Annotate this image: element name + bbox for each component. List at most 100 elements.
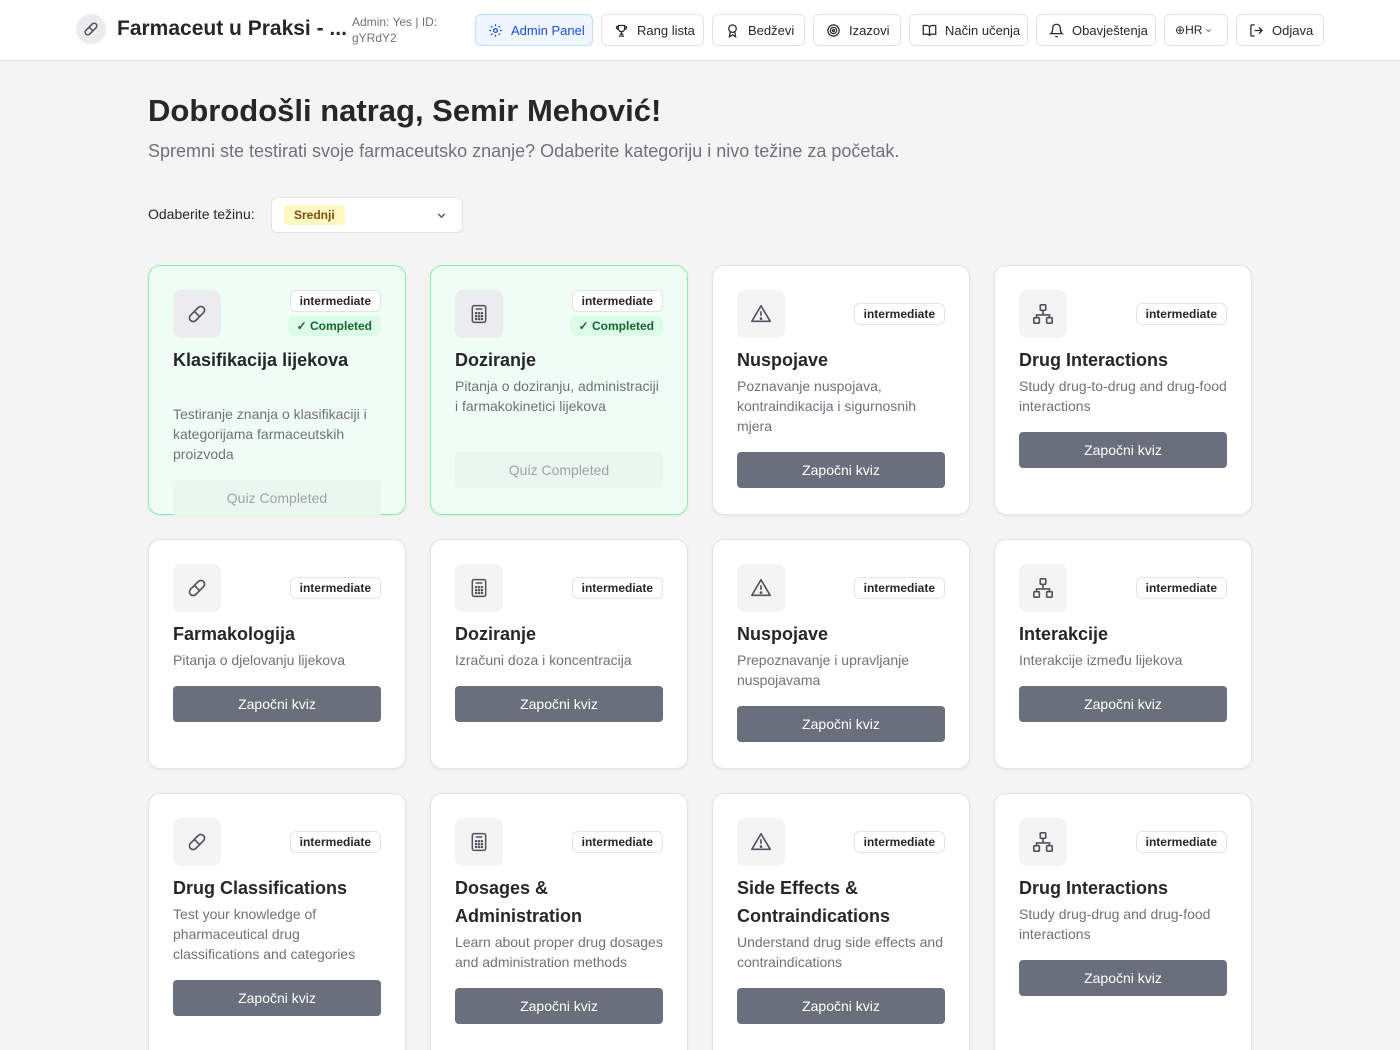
quiz-card: intermediate Doziranje Izračuni doza i kon… — [430, 539, 688, 769]
pill-icon — [76, 14, 106, 44]
quiz-card: intermediate Side Effects & Contraindicat… — [712, 793, 970, 1050]
quiz-card: intermediate Nuspojave Poznavanje nuspojav… — [712, 265, 970, 515]
quiz-card: intermediate Nuspojave Prepoznavanje i upr… — [712, 539, 970, 769]
level-badge: intermediate — [289, 577, 381, 599]
page-title: Dobrodošli natrag, Semir Mehović! — [148, 93, 662, 128]
level-badge: intermediate — [853, 303, 945, 325]
difficulty-value: Srednji — [284, 205, 345, 225]
admin-info: Admin: Yes | ID: gYRdY2 — [352, 14, 462, 46]
difficulty-label: Odaberite težinu: — [148, 206, 255, 222]
quiz-card: intermediate Dosages & Administration Lear… — [430, 793, 688, 1050]
admin-panel-button[interactable]: Admin Panel — [475, 14, 593, 46]
trophy-icon — [615, 24, 628, 37]
admin-info-id: gYRdY2 — [352, 31, 397, 45]
quiz-completed-button: Quiz Completed — [173, 480, 381, 516]
start-quiz-button[interactable]: Započni kviz — [455, 988, 663, 1024]
warning-icon — [737, 290, 785, 338]
language-value: HR — [1185, 23, 1203, 37]
card-description: Pitanja o doziranju, administraciji i fa… — [455, 378, 659, 414]
pill-icon — [173, 290, 221, 338]
quiz-card: intermediate Interakcije Interakcije izmeđ… — [994, 539, 1252, 769]
level-badge: intermediate — [853, 577, 945, 599]
card-title: Dosages & Administration — [455, 878, 583, 926]
level-badge: intermediate — [289, 290, 381, 312]
warning-icon — [737, 818, 785, 866]
card-title: Drug Interactions — [1019, 350, 1169, 370]
pill-icon — [173, 564, 221, 612]
calculator-icon — [455, 290, 503, 338]
card-description: Test your knowledge of pharmaceutical dr… — [173, 906, 356, 962]
quiz-card: intermediate Farmakologija Pitanja o djelo… — [148, 539, 406, 769]
start-quiz-button[interactable]: Započni kviz — [737, 706, 945, 742]
logout-button[interactable]: Odjava — [1236, 14, 1324, 46]
bell-icon — [1049, 23, 1064, 37]
start-quiz-button[interactable]: Započni kviz — [737, 452, 945, 488]
level-badge: intermediate — [571, 290, 663, 312]
start-quiz-button[interactable]: Započni kviz — [173, 980, 381, 1016]
difficulty-select[interactable]: Srednji — [271, 197, 463, 233]
level-badge: intermediate — [1135, 831, 1227, 853]
badges-button[interactable]: Bedževi — [712, 14, 805, 46]
start-quiz-button[interactable]: Započni kviz — [737, 988, 945, 1024]
card-title: Doziranje — [455, 350, 537, 370]
card-description: Interakcije između lijekova — [1019, 652, 1183, 668]
start-quiz-button[interactable]: Započni kviz — [1019, 686, 1227, 722]
admin-panel-label: Admin Panel — [511, 22, 585, 38]
quiz-card: intermediate Drug Interactions Study drug-… — [994, 793, 1252, 1050]
calculator-icon — [455, 818, 503, 866]
card-title: Drug Classifications — [173, 878, 348, 898]
start-quiz-button[interactable]: Započni kviz — [1019, 432, 1227, 468]
admin-info-line1: Admin: Yes | ID: — [352, 15, 438, 29]
page-subtitle: Spremni ste testirati svoje farmaceutsko… — [148, 141, 900, 161]
completed-badge: ✓ Completed — [287, 316, 381, 336]
card-description: Understand drug side effects and contrai… — [737, 934, 943, 970]
challenges-button[interactable]: Izazovi — [813, 14, 901, 46]
card-description: Study drug-drug and drug-food interactio… — [1019, 906, 1211, 942]
network-icon — [1019, 290, 1067, 338]
level-badge: intermediate — [1135, 303, 1227, 325]
network-icon — [1019, 818, 1067, 866]
logout-icon — [1250, 23, 1264, 37]
language-select[interactable]: ⊕ HR — [1164, 14, 1228, 46]
quiz-completed-button: Quiz Completed — [455, 452, 663, 488]
award-icon — [728, 23, 737, 38]
start-quiz-button[interactable]: Započni kviz — [1019, 960, 1227, 996]
card-title: Side Effects & Contraindications — [737, 878, 891, 926]
level-badge: intermediate — [289, 831, 381, 853]
notifications-label: Obavještenja — [1072, 22, 1148, 38]
card-title: Nuspojave — [737, 350, 829, 370]
learning-mode-button[interactable]: Način učenja — [909, 14, 1028, 46]
quiz-card: intermediate Drug Interactions Study drug-… — [994, 265, 1252, 515]
start-quiz-button[interactable]: Započni kviz — [455, 686, 663, 722]
gear-icon — [489, 23, 502, 37]
challenges-label: Izazovi — [849, 22, 890, 38]
card-description: Prepoznavanje i upravljanje nuspojavama — [737, 652, 909, 688]
leaderboard-button[interactable]: Rang lista — [601, 14, 704, 46]
leaderboard-label: Rang lista — [637, 22, 695, 38]
chevron-down-icon — [437, 213, 446, 219]
app-title: Farmaceut u Praksi - ... — [117, 17, 347, 40]
card-title: Doziranje — [455, 624, 537, 644]
quiz-card: intermediate ✓ Completed Doziranje Pitanja … — [430, 265, 688, 515]
quiz-card: intermediate Drug Classifications Test you… — [148, 793, 406, 1050]
card-description: Testiranje znanja o klasifikaciji i kate… — [173, 406, 367, 462]
chevron-down-icon — [1206, 28, 1212, 32]
book-open-icon — [922, 24, 937, 36]
notifications-button[interactable]: Obavještenja — [1036, 14, 1156, 46]
card-title: Nuspojave — [737, 624, 829, 644]
logout-label: Odjava — [1272, 22, 1314, 38]
card-title: Drug Interactions — [1019, 878, 1169, 898]
card-description: Poznavanje nuspojava, kontraindikacija i… — [737, 378, 916, 434]
level-badge: intermediate — [571, 577, 663, 599]
pill-icon — [173, 818, 221, 866]
completed-badge: ✓ Completed — [569, 316, 663, 336]
warning-icon — [737, 564, 785, 612]
level-badge: intermediate — [853, 831, 945, 853]
card-description: Pitanja o djelovanju lijekova — [173, 652, 345, 668]
start-quiz-button[interactable]: Započni kviz — [173, 686, 381, 722]
card-description: Study drug-to-drug and drug-food interac… — [1019, 378, 1227, 414]
card-description: Izračuni doza i koncentracija — [455, 652, 632, 668]
card-title: Interakcije — [1019, 624, 1109, 644]
globe-icon: ⊕ — [1175, 23, 1186, 37]
level-badge: intermediate — [571, 831, 663, 853]
